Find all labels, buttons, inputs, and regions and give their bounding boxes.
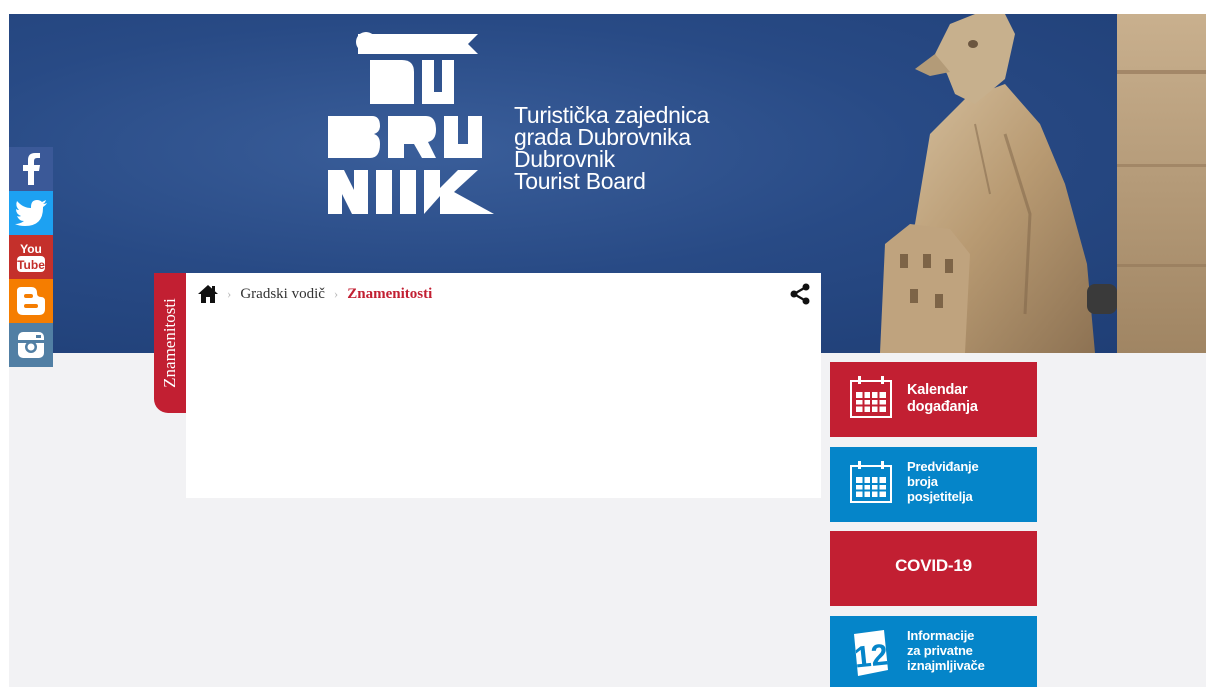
- instagram-link[interactable]: [9, 323, 53, 367]
- logo-line-2: grada Dubrovnika: [514, 124, 691, 150]
- page: Turistička zajednica grada Dubrovnika Du…: [0, 0, 1208, 687]
- svg-text:You: You: [20, 242, 42, 256]
- logo-line-3: Dubrovnik: [514, 146, 615, 172]
- breadcrumb-separator: ›: [227, 286, 232, 301]
- facebook-link[interactable]: [9, 147, 53, 191]
- statue-image: [880, 14, 1206, 353]
- informacije-iznajmljivace-button[interactable]: 12 Informacije za privatne iznajmljivače: [830, 616, 1037, 687]
- predvidanje-line-3: posjetitelja: [907, 489, 973, 504]
- predvidanje-line-1: Predviđanje: [907, 459, 979, 474]
- kalendar-line-2: događanja: [907, 399, 978, 415]
- calendar-icon: [850, 376, 892, 418]
- instagram-icon: [18, 332, 44, 358]
- logo-line-1: Turistička zajednica: [514, 102, 710, 128]
- predvidanje-posjetitelja-button[interactable]: Predviđanje broja posjetitelja: [830, 447, 1037, 522]
- twitter-link[interactable]: [9, 191, 53, 235]
- predvidanje-label: Predviđanje broja posjetitelja: [907, 459, 979, 504]
- kalendar-line-1: Kalendar: [907, 382, 968, 398]
- side-tab-label: Znamenitosti: [160, 298, 179, 388]
- blogger-icon: [17, 287, 45, 315]
- svg-text:12: 12: [853, 638, 890, 674]
- section-side-tab: Znamenitosti: [154, 273, 186, 413]
- informacije-line-2: za privatne: [907, 643, 973, 658]
- number-12-icon: 12: [853, 630, 890, 676]
- kalendar-label: Kalendar događanja: [907, 382, 978, 416]
- predvidanje-line-2: broja: [907, 474, 938, 489]
- youtube-link[interactable]: You Tube: [9, 235, 53, 279]
- informacije-line-1: Informacije: [907, 628, 975, 643]
- twitter-icon: [15, 200, 47, 226]
- informacije-label: Informacije za privatne iznajmljivače: [907, 628, 985, 673]
- share-icon[interactable]: [789, 283, 811, 305]
- breadcrumb: › Gradski vodič › Znamenitosti: [198, 284, 432, 304]
- kalendar-dogadanja-button[interactable]: Kalendar događanja: [830, 362, 1037, 437]
- youtube-icon: You Tube: [17, 242, 45, 272]
- social-bar: You Tube: [9, 147, 53, 367]
- blogger-link[interactable]: [9, 279, 53, 323]
- home-icon[interactable]: [198, 285, 218, 303]
- logo-line-4: Tourist Board: [514, 168, 646, 194]
- svg-text:Tube: Tube: [17, 258, 45, 272]
- informacije-line-3: iznajmljivače: [907, 658, 985, 673]
- logo-text: Turistička zajednica grada Dubrovnika Du…: [514, 102, 710, 194]
- top-strip: [0, 0, 1208, 14]
- covid-19-button[interactable]: COVID-19: [830, 531, 1037, 606]
- facebook-icon: [23, 153, 40, 185]
- breadcrumb-separator: ›: [333, 286, 339, 301]
- breadcrumb-gradski-vodic[interactable]: Gradski vodič: [240, 286, 325, 303]
- dubrovnik-logo[interactable]: [318, 20, 498, 220]
- calendar-icon: [850, 461, 892, 503]
- content-card: [186, 273, 821, 498]
- breadcrumb-current: Znamenitosti: [347, 285, 433, 302]
- page-left-edge: [0, 14, 9, 687]
- covid-label: COVID-19: [895, 556, 972, 575]
